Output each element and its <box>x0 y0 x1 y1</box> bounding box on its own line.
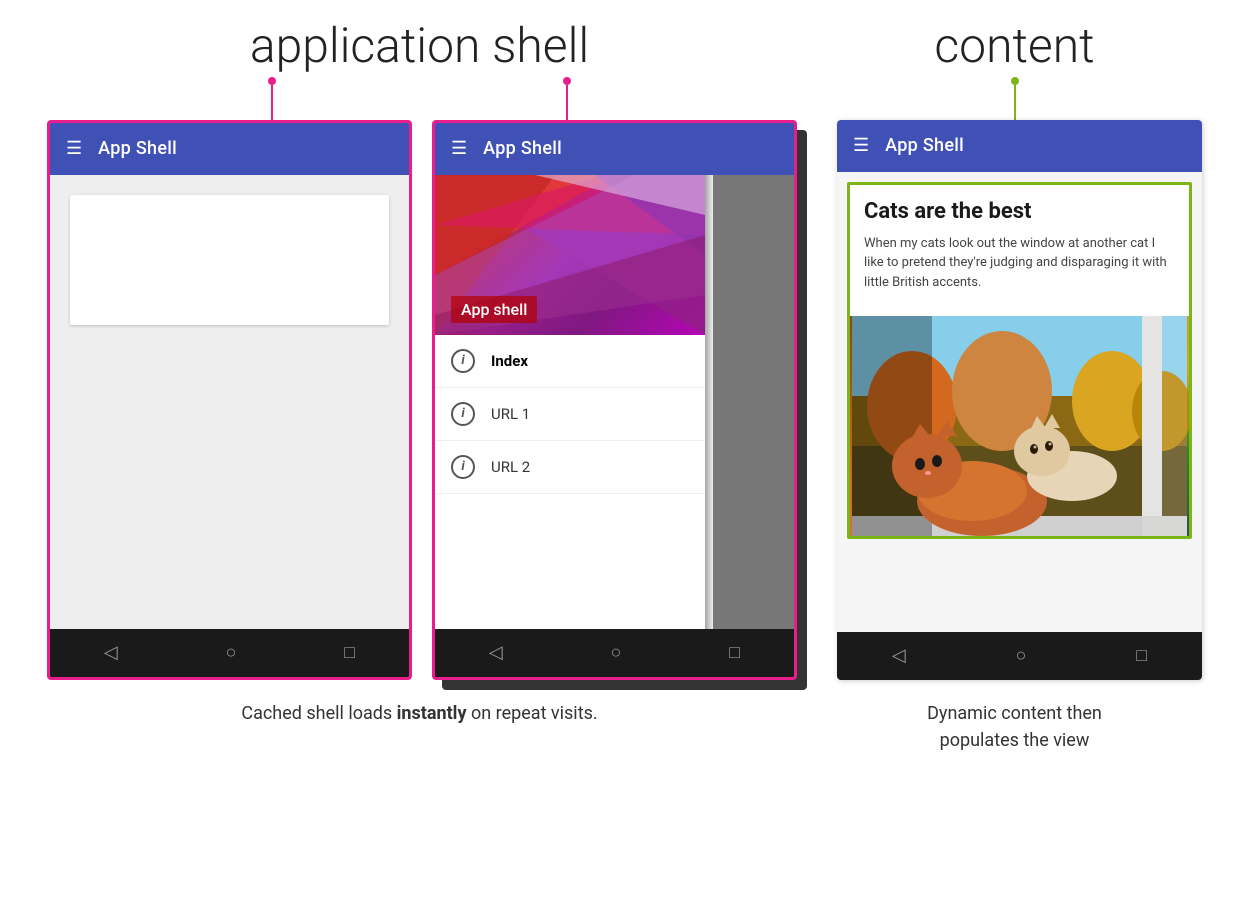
drawer-item-index[interactable]: i Index <box>435 335 705 388</box>
phone1-back-btn[interactable]: ◁ <box>104 642 118 663</box>
phone2-nav-bar: ◁ ○ □ <box>435 629 794 677</box>
right-arrow <box>1011 77 1019 120</box>
drawer-header-label: App shell <box>451 296 537 323</box>
dark-overlay <box>713 175 794 629</box>
phone3-nav-bar: ◁ ○ □ <box>837 632 1202 680</box>
article-body: When my cats look out the window at anot… <box>864 234 1175 293</box>
caption-left-part2: on repeat visits. <box>467 703 598 724</box>
phone1-placeholder <box>70 195 389 325</box>
phone1-toolbar: ☰ App Shell <box>50 123 409 175</box>
content-card: Cats are the best When my cats look out … <box>847 182 1192 540</box>
phone3-back-btn[interactable]: ◁ <box>892 645 906 666</box>
phone2-hamburger-icon: ☰ <box>451 138 467 159</box>
drawer-item-url2[interactable]: i URL 2 <box>435 441 705 494</box>
drawer-item-url2-label: URL 2 <box>491 458 530 476</box>
article-title: Cats are the best <box>864 199 1175 224</box>
left-arrow-2 <box>563 77 571 120</box>
caption-left: Cached shell loads instantly on repeat v… <box>237 700 602 754</box>
phone2-toolbar-title: App Shell <box>483 138 562 159</box>
info-icon-url1: i <box>451 402 475 426</box>
phone1-content-area <box>50 175 409 629</box>
phone3-toolbar: ☰ App Shell <box>837 120 1202 172</box>
phone1-toolbar-title: App Shell <box>98 138 177 159</box>
phone3-toolbar-title: App Shell <box>885 135 964 156</box>
left-arrow-1 <box>268 77 276 120</box>
phone3-home-btn[interactable]: ○ <box>1016 645 1027 666</box>
drawer-menu-items: i Index i URL 1 i URL 2 <box>435 335 705 629</box>
phone-2: ☰ App Shell <box>432 120 797 680</box>
content-card-text: Cats are the best When my cats look out … <box>850 185 1189 317</box>
drawer-shadow <box>705 175 713 629</box>
phone2-main-area: App shell i Index i URL 1 <box>435 175 794 629</box>
phone2-drawer: App shell i Index i URL 1 <box>435 175 705 629</box>
phone1-nav-bar: ◁ ○ □ <box>50 629 409 677</box>
caption-right-line2: populates the view <box>832 727 1197 754</box>
phone1-hamburger-icon: ☰ <box>66 138 82 159</box>
phone3-content-area: Cats are the best When my cats look out … <box>837 172 1202 632</box>
phone2-toolbar: ☰ App Shell <box>435 123 794 175</box>
caption-right: Dynamic content then populates the view <box>832 700 1197 754</box>
info-icon-index: i <box>451 349 475 373</box>
phone2-recent-btn[interactable]: □ <box>729 642 740 663</box>
cat-image <box>850 316 1189 536</box>
phone2-home-btn[interactable]: ○ <box>611 642 622 663</box>
phone2-back-btn[interactable]: ◁ <box>489 642 503 663</box>
phone1-home-btn[interactable]: ○ <box>226 642 237 663</box>
phone3-hamburger-icon: ☰ <box>853 135 869 156</box>
caption-right-line1: Dynamic content then <box>832 700 1197 727</box>
phone1-recent-btn[interactable]: □ <box>344 642 355 663</box>
drawer-item-url1[interactable]: i URL 1 <box>435 388 705 441</box>
app-shell-big-label: application shell <box>250 17 589 74</box>
caption-left-bold: instantly <box>397 703 467 724</box>
info-icon-url2: i <box>451 455 475 479</box>
phone3-recent-btn[interactable]: □ <box>1136 645 1147 666</box>
caption-left-part1: Cached shell loads <box>241 703 396 724</box>
drawer-item-index-label: Index <box>491 352 528 370</box>
drawer-item-url1-label: URL 1 <box>491 405 530 423</box>
content-big-label: content <box>934 17 1094 74</box>
phone-3: ☰ App Shell Cats are the best When my ca… <box>837 120 1202 680</box>
drawer-header-image: App shell <box>435 175 705 335</box>
phone-1: ☰ App Shell ◁ ○ □ <box>47 120 412 680</box>
